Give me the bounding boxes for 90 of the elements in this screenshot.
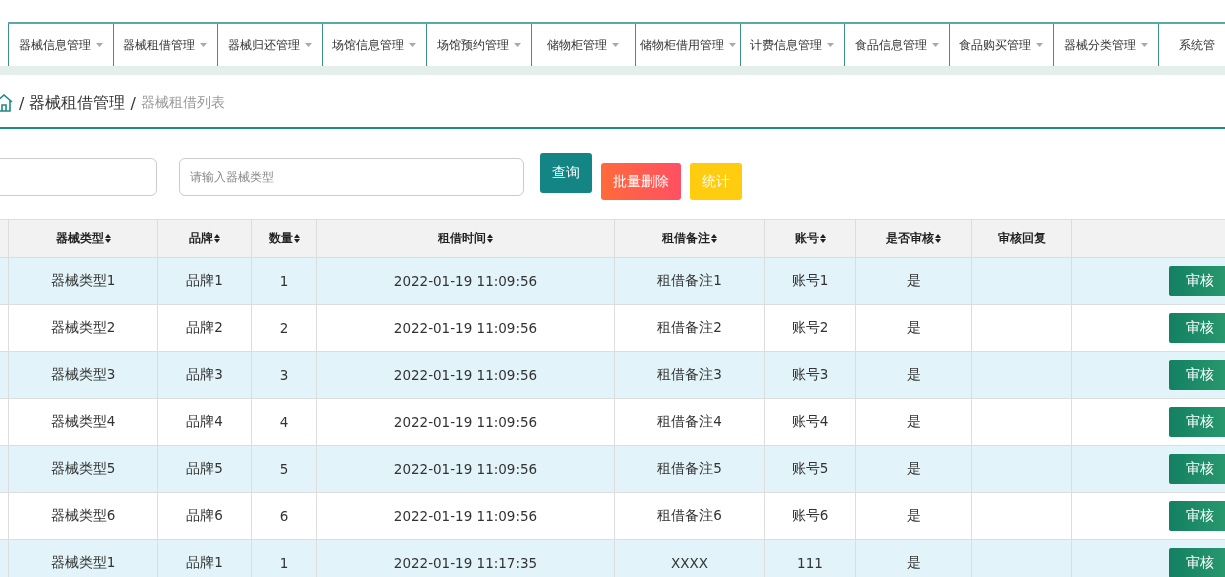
sort-icon[interactable] xyxy=(487,234,493,243)
table-cell: 器械类型1 xyxy=(50,272,116,288)
table-cell: 器械类型5 xyxy=(50,460,116,476)
sort-icon[interactable] xyxy=(214,234,220,243)
table-cell: 3 xyxy=(279,367,289,383)
caret-icon xyxy=(728,43,736,47)
review-button[interactable]: 审核 xyxy=(1169,548,1225,577)
column-header[interactable]: 租借备注 xyxy=(662,231,710,245)
table-cell: 4 xyxy=(279,414,289,430)
table-cell: 6 xyxy=(279,508,289,524)
review-button[interactable]: 审核 xyxy=(1169,407,1225,437)
review-button[interactable]: 审核 xyxy=(1169,313,1225,343)
table-cell: 是 xyxy=(906,272,921,288)
table-cell: 器械类型1 xyxy=(50,554,116,570)
table-cell: 品牌1 xyxy=(186,554,223,570)
table-cell: 品牌1 xyxy=(186,272,223,288)
column-header[interactable]: 品牌 xyxy=(189,231,213,245)
table-cell: 账号5 xyxy=(791,460,829,476)
table-cell: 2022-01-19 11:09:56 xyxy=(393,414,538,430)
sort-icon[interactable] xyxy=(819,234,826,243)
caret-icon xyxy=(200,43,208,47)
table-cell: 租借备注2 xyxy=(657,319,722,335)
column-header[interactable]: 器械类型 xyxy=(55,231,104,245)
table-cell: 品牌4 xyxy=(186,413,223,429)
table-cell: 是 xyxy=(906,507,921,523)
review-button[interactable]: 审核 xyxy=(1169,266,1225,296)
table-cell: 2022-01-19 11:09:56 xyxy=(393,273,538,289)
caret-icon xyxy=(409,43,417,47)
table-cell: 租借备注5 xyxy=(657,460,722,476)
table-cell: 1 xyxy=(279,555,289,571)
table-cell: 账号4 xyxy=(791,413,829,429)
table-cell: 账号6 xyxy=(791,507,829,523)
table-cell: 器械类型2 xyxy=(50,319,116,335)
table-cell: 2 xyxy=(279,320,289,336)
table-cell: 租借备注3 xyxy=(657,366,722,382)
table-cell: 租借备注6 xyxy=(657,507,722,523)
caret-icon xyxy=(931,43,939,47)
table-cell: 是 xyxy=(906,554,921,570)
table-cell: 1 xyxy=(279,273,289,289)
table-cell: 111 xyxy=(797,555,823,571)
search-field[interactable] xyxy=(0,158,157,196)
caret-icon xyxy=(95,43,103,47)
sort-icon[interactable] xyxy=(104,234,111,243)
caret-icon xyxy=(304,43,312,47)
table-cell: 账号3 xyxy=(791,366,829,382)
caret-icon xyxy=(513,43,521,47)
sort-icon[interactable] xyxy=(711,234,717,243)
breadcrumb-separator: / xyxy=(19,93,25,113)
sort-icon[interactable] xyxy=(935,234,941,243)
table-cell: 是 xyxy=(906,460,921,476)
table-cell: 是 xyxy=(906,413,921,429)
home-icon[interactable] xyxy=(0,94,14,112)
table-cell: 品牌5 xyxy=(186,460,223,476)
caret-icon xyxy=(1140,43,1148,47)
table-cell: 租借备注1 xyxy=(657,272,722,288)
table-cell: XXXX xyxy=(671,555,708,571)
table-cell: 租借备注4 xyxy=(657,413,722,429)
table-cell: 是 xyxy=(906,319,921,335)
table-cell: 2022-01-19 11:09:56 xyxy=(393,508,538,524)
sort-icon[interactable] xyxy=(293,234,300,243)
table-cell: 2022-01-19 11:09:56 xyxy=(393,320,538,336)
table-cell: 器械类型4 xyxy=(50,413,116,429)
table-cell: 2022-01-19 11:09:56 xyxy=(393,367,538,383)
table-cell: 2022-01-19 11:09:56 xyxy=(393,461,538,477)
breadcrumb-separator: / xyxy=(130,93,136,113)
column-header[interactable]: 租借时间 xyxy=(438,231,486,245)
review-button[interactable]: 审核 xyxy=(1169,501,1225,531)
table-cell: 账号2 xyxy=(791,319,829,335)
breadcrumb-link[interactable]: 器械租借管理 xyxy=(29,92,126,114)
table-cell: 品牌2 xyxy=(186,319,223,335)
column-header[interactable]: 账号 xyxy=(794,231,819,245)
column-header[interactable]: 数量 xyxy=(268,231,293,245)
review-button[interactable]: 审核 xyxy=(1169,360,1225,390)
table-cell: 器械类型6 xyxy=(50,507,116,523)
breadcrumb-current: 器械租借列表 xyxy=(140,94,225,112)
caret-icon xyxy=(1036,43,1044,47)
table-cell: 2022-01-19 11:17:35 xyxy=(393,555,538,571)
column-header: 审核回复 xyxy=(997,231,1046,245)
table-cell: 账号1 xyxy=(791,272,829,288)
action-button[interactable]: 查询 xyxy=(540,153,592,193)
column-header[interactable]: 是否审核 xyxy=(886,231,934,245)
table-cell: 是 xyxy=(906,366,921,382)
review-button[interactable]: 审核 xyxy=(1169,454,1225,484)
search-field[interactable]: 请输入器械类型 xyxy=(179,158,524,196)
caret-icon xyxy=(827,43,835,47)
table-cell: 5 xyxy=(279,461,289,477)
table-cell: 品牌3 xyxy=(186,366,223,382)
table-cell: 器械类型3 xyxy=(50,366,116,382)
caret-icon xyxy=(612,43,620,47)
table-cell: 品牌6 xyxy=(186,507,223,523)
